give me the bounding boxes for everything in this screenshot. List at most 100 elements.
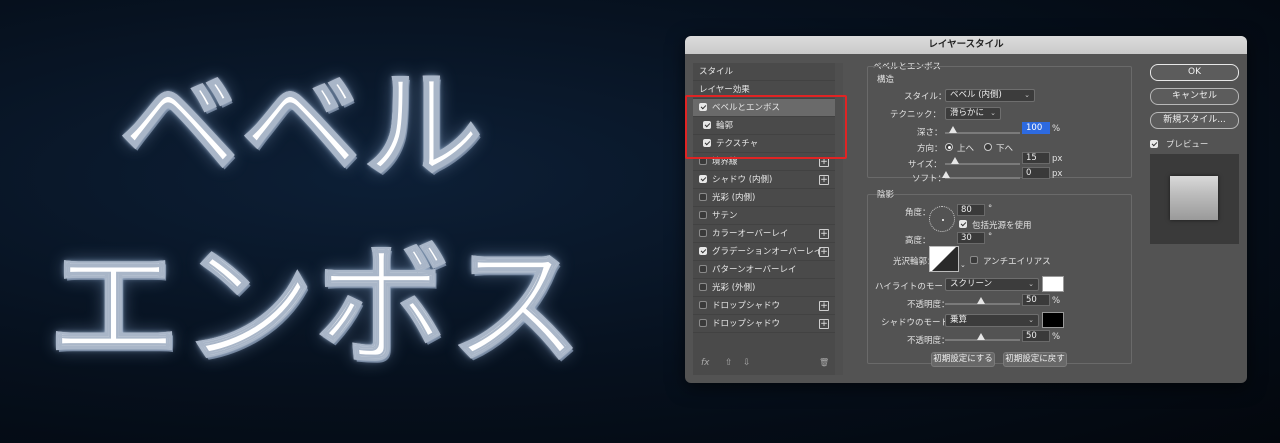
effect-item[interactable]: パターンオーバーレイ — [693, 261, 835, 279]
highlight-color-swatch[interactable] — [1042, 276, 1064, 292]
size-input[interactable]: 15 — [1022, 152, 1050, 164]
chevron-down-icon: ⌄ — [990, 109, 996, 117]
trash-icon[interactable]: 🗑 — [819, 358, 829, 367]
altitude-label: 高度： — [905, 236, 931, 246]
effect-checkbox[interactable] — [699, 229, 707, 237]
make-default-button[interactable]: 初期設定にする — [931, 352, 995, 367]
altitude-input[interactable]: 30 — [957, 232, 985, 244]
add-effect-icon[interactable]: + — [819, 157, 829, 167]
altitude-unit: ° — [988, 232, 993, 242]
add-effect-icon[interactable]: + — [819, 229, 829, 239]
ok-button[interactable]: OK — [1150, 64, 1239, 81]
shadow-opacity-input[interactable]: 50 — [1022, 330, 1050, 342]
effect-checkbox[interactable] — [699, 175, 707, 183]
technique-select-value: 滑らかに — [950, 108, 985, 118]
global-light-checkbox[interactable] — [959, 220, 967, 228]
shadow-mode-value: 乗算 — [950, 315, 968, 325]
effect-item[interactable]: ベベルとエンボス — [693, 99, 835, 117]
shadow-opacity-thumb[interactable] — [977, 333, 985, 340]
effect-checkbox[interactable] — [699, 301, 707, 309]
effect-label: レイヤー効果 — [699, 85, 750, 95]
depth-slider-thumb[interactable] — [949, 126, 957, 133]
preview-thumbnail — [1150, 154, 1239, 244]
technique-label: テクニック： — [890, 110, 942, 120]
global-light-label: 包括光源を使用 — [972, 221, 1032, 231]
effect-item[interactable]: カラーオーバーレイ + — [693, 225, 835, 243]
effect-checkbox[interactable] — [699, 283, 707, 291]
effect-checkbox[interactable] — [699, 319, 707, 327]
soften-input[interactable]: 0 — [1022, 167, 1050, 179]
effect-item[interactable]: 輪郭 — [693, 117, 835, 135]
effect-item[interactable]: 光彩 (外側) — [693, 279, 835, 297]
direction-down-radio[interactable] — [984, 143, 992, 151]
effect-label: サテン — [712, 211, 738, 221]
effect-label: テクスチャ — [716, 139, 759, 149]
settings-panel: ベベルとエンボス 構造 スタイル： ベベル (内側) ⌄ テクニック： 滑らかに… — [847, 56, 1137, 376]
effect-item[interactable]: ドロップシャドウ + — [693, 315, 835, 333]
gloss-contour-swatch[interactable] — [929, 246, 959, 272]
effect-item[interactable]: 境界線 + — [693, 153, 835, 171]
add-effect-icon[interactable]: + — [819, 247, 829, 257]
soften-slider[interactable] — [945, 177, 1020, 179]
style-select[interactable]: ベベル (内側) ⌄ — [945, 89, 1035, 102]
size-slider-thumb[interactable] — [951, 157, 959, 164]
technique-select[interactable]: 滑らかに ⌄ — [945, 107, 1001, 120]
artwork-text-line2: エンボス — [47, 200, 584, 391]
effect-checkbox[interactable] — [699, 211, 707, 219]
direction-down-label: 下へ — [996, 144, 1014, 154]
highlight-opacity-unit: % — [1052, 296, 1061, 306]
effect-label: シャドウ (内側) — [712, 175, 773, 185]
angle-dial[interactable] — [929, 206, 955, 232]
direction-up-radio[interactable] — [945, 143, 953, 151]
effect-checkbox[interactable] — [703, 139, 711, 147]
depth-unit: % — [1052, 124, 1061, 134]
highlight-opacity-thumb[interactable] — [977, 297, 985, 304]
cancel-button[interactable]: キャンセル — [1150, 88, 1239, 105]
effect-item[interactable]: シャドウ (内側) + — [693, 171, 835, 189]
shadow-opacity-unit: % — [1052, 332, 1061, 342]
angle-input[interactable]: 80 — [957, 204, 985, 216]
effect-item[interactable]: スタイル — [693, 63, 835, 81]
style-select-value: ベベル (内側) — [950, 90, 1002, 100]
effect-item[interactable]: ドロップシャドウ + — [693, 297, 835, 315]
chevron-down-icon[interactable]: ⌄ — [960, 261, 966, 269]
antialias-checkbox[interactable] — [970, 256, 978, 264]
preview-swatch — [1170, 176, 1218, 220]
effect-checkbox[interactable] — [699, 193, 707, 201]
move-down-icon[interactable]: ⇩ — [743, 358, 751, 368]
move-up-icon[interactable]: ⇧ — [725, 358, 733, 368]
preview-label: プレビュー — [1165, 140, 1209, 150]
effect-checkbox[interactable] — [699, 157, 707, 165]
add-effect-icon[interactable]: + — [819, 319, 829, 329]
effect-label: パターンオーバーレイ — [712, 265, 797, 275]
artwork-text-line1: ベベル — [119, 30, 486, 201]
effect-item[interactable]: グラデーションオーバーレイ + — [693, 243, 835, 261]
effects-list-scrollbar[interactable] — [835, 63, 843, 375]
add-effect-icon[interactable]: + — [819, 301, 829, 311]
direction-up-label: 上へ — [957, 144, 975, 154]
effect-label: ドロップシャドウ — [712, 301, 781, 311]
effect-checkbox[interactable] — [699, 247, 707, 255]
effect-checkbox[interactable] — [699, 265, 707, 273]
fx-icon[interactable]: fx — [701, 358, 710, 368]
depth-label: 深さ： — [917, 128, 943, 138]
reset-default-button[interactable]: 初期設定に戻す — [1003, 352, 1067, 367]
new-style-button[interactable]: 新規スタイル... — [1150, 112, 1239, 129]
effect-checkbox[interactable] — [699, 103, 707, 111]
shadow-mode-select[interactable]: 乗算 ⌄ — [945, 314, 1039, 327]
effect-item[interactable]: 光彩 (内側) — [693, 189, 835, 207]
structure-group — [867, 66, 1132, 178]
depth-input[interactable]: 100 — [1022, 122, 1050, 134]
add-effect-icon[interactable]: + — [819, 175, 829, 185]
effect-checkbox[interactable] — [703, 121, 711, 129]
effect-item[interactable]: テクスチャ — [693, 135, 835, 153]
preview-toggle[interactable]: プレビュー — [1150, 138, 1208, 150]
effect-item[interactable]: レイヤー効果 — [693, 81, 835, 99]
highlight-opacity-input[interactable]: 50 — [1022, 294, 1050, 306]
chevron-down-icon: ⌄ — [1028, 316, 1034, 324]
highlight-mode-select[interactable]: スクリーン ⌄ — [945, 278, 1039, 291]
shadow-color-swatch[interactable] — [1042, 312, 1064, 328]
preview-checkbox[interactable] — [1150, 140, 1158, 148]
soften-slider-thumb[interactable] — [942, 171, 950, 178]
effect-item[interactable]: サテン — [693, 207, 835, 225]
